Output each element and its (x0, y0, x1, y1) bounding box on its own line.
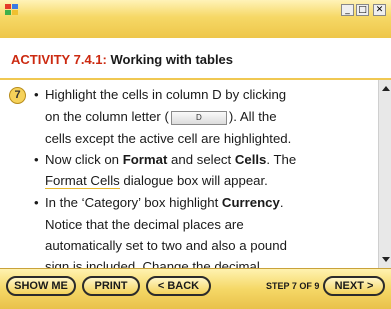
instruction-line: cells except the active cell are highlig… (45, 131, 292, 146)
print-button[interactable]: PRINT (82, 276, 140, 296)
activity-heading: ACTIVITY 7.4.1: Working with tables (11, 52, 233, 67)
minimize-button[interactable]: _ (341, 4, 354, 16)
bullet: • (34, 152, 39, 167)
app-icon (5, 4, 19, 15)
instruction-line: • Highlight the cells in column D by cli… (34, 87, 287, 102)
scroll-down-arrow-icon[interactable] (382, 257, 390, 262)
step-number-badge: 7 (9, 87, 26, 104)
instruction-line: Notice that the decimal places are (45, 217, 244, 232)
show-me-button[interactable]: SHOW ME (6, 276, 76, 296)
activity-label: ACTIVITY 7.4.1: (11, 52, 107, 67)
restore-button[interactable]: □ (356, 4, 369, 16)
bullet: • (34, 195, 39, 210)
bullet: • (34, 87, 39, 102)
title-bar: _ □ ✕ (0, 0, 391, 39)
tutorial-window: _ □ ✕ ACTIVITY 7.4.1: Working with table… (0, 0, 391, 309)
back-button[interactable]: < BACK (146, 276, 211, 296)
next-button[interactable]: NEXT > (323, 276, 385, 296)
instruction-line: Format Cells dialogue box will appear. (45, 173, 268, 189)
step-counter: STEP 7 OF 9 (266, 281, 320, 291)
navigation-footer: SHOW ME PRINT < BACK STEP 7 OF 9 NEXT > (0, 268, 391, 309)
close-button[interactable]: ✕ (373, 4, 386, 16)
instruction-line: • Now click on Format and select Cells. … (34, 152, 297, 167)
instruction-line: • In the ‘Category’ box highlight Curren… (34, 195, 284, 210)
column-d-button-image: D (170, 110, 227, 125)
instruction-line: on the column letter (D). All the (45, 109, 277, 125)
heading-divider (0, 78, 391, 80)
activity-title: Working with tables (110, 52, 234, 67)
vertical-scrollbar[interactable] (378, 80, 391, 268)
scroll-up-arrow-icon[interactable] (382, 86, 390, 91)
instruction-line: automatically set to two and also a poun… (45, 238, 287, 253)
format-cells-term: Format Cells (45, 173, 120, 189)
